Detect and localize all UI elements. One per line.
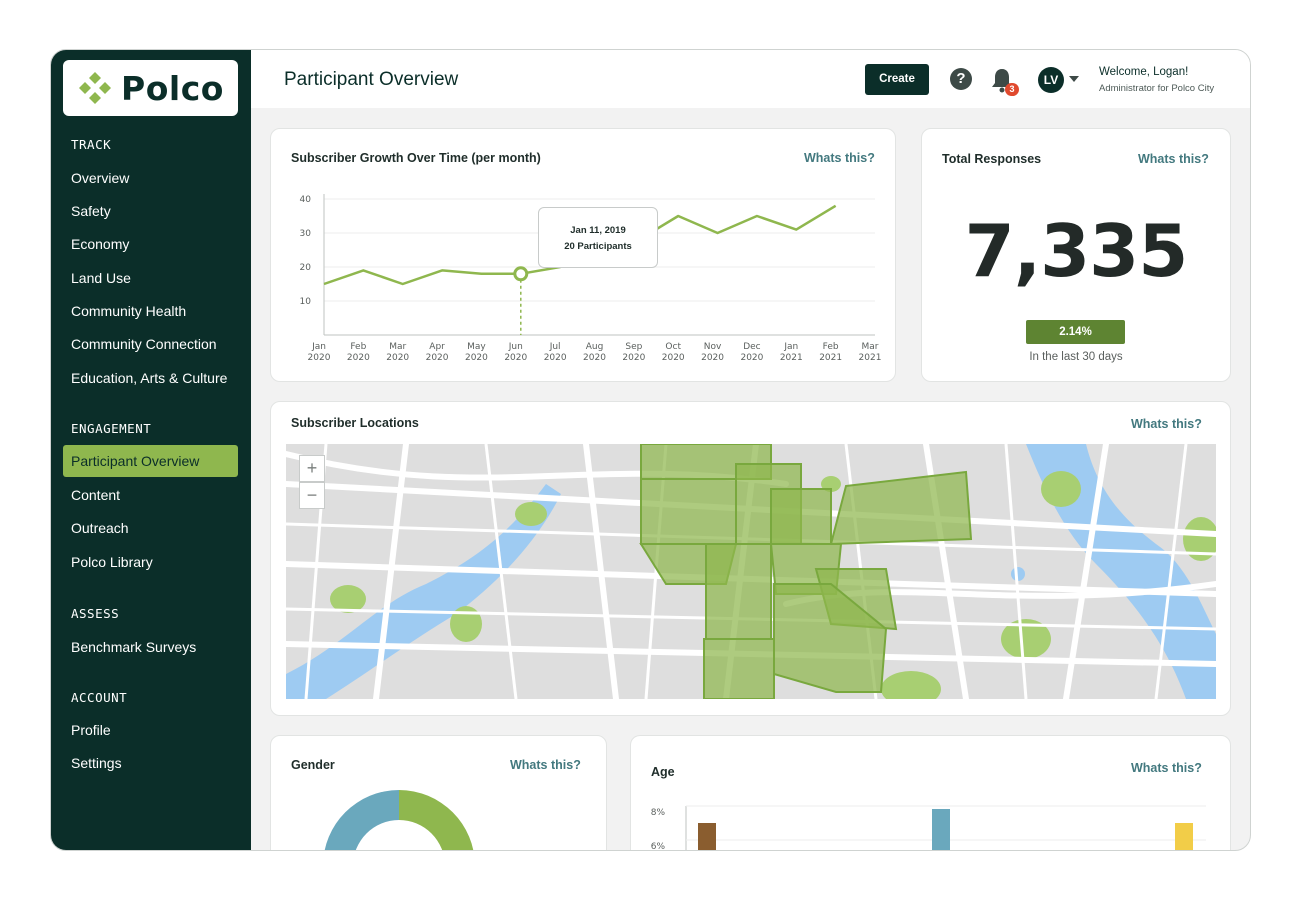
create-button[interactable]: Create: [865, 64, 929, 95]
age-card: Age Whats this? 8% 6%: [630, 735, 1231, 851]
x-tick-label: Jan: [311, 342, 326, 352]
x-tick-label: Jan: [783, 342, 798, 352]
sidebar-item-settings[interactable]: Settings: [63, 747, 238, 779]
x-tick-label: Feb: [350, 342, 366, 352]
top-bar: Participant Overview Create ? 3 LV Welco…: [251, 50, 1250, 108]
main-area: Participant Overview Create ? 3 LV Welco…: [251, 50, 1250, 851]
x-tick-label: 2021: [819, 353, 842, 363]
section-assess: ASSESS: [71, 606, 120, 621]
x-tick-label: Nov: [704, 342, 722, 352]
welcome-subtext: Administrator for Polco City: [1099, 83, 1215, 94]
subscriber-locations-card: Subscriber Locations Whats this? + −: [270, 401, 1231, 716]
notification-badge: 3: [1005, 83, 1019, 96]
sidebar-item-education-arts-culture[interactable]: Education, Arts & Culture: [63, 362, 238, 394]
section-track: TRACK: [71, 137, 112, 152]
x-tick-label: 2020: [583, 353, 606, 363]
donut-slice: [399, 790, 474, 850]
sidebar-item-polco-library[interactable]: Polco Library: [63, 546, 238, 578]
age-bar: [698, 823, 716, 850]
y-tick-label: 20: [300, 263, 312, 273]
y-tick-label: 6%: [651, 842, 666, 851]
total-responses-value: 7,335: [964, 209, 1189, 293]
y-tick-label: 30: [300, 229, 312, 239]
x-tick-label: 2021: [859, 353, 882, 363]
sidebar: Polco TRACK Overview Safety Economy Land…: [51, 50, 251, 850]
x-tick-label: 2020: [386, 353, 409, 363]
highlight-point[interactable]: [513, 266, 529, 282]
y-tick-label: 40: [300, 195, 312, 205]
x-tick-label: 2021: [780, 353, 803, 363]
sidebar-item-participant-overview[interactable]: Participant Overview: [63, 445, 238, 477]
change-badge: 2.14%: [1026, 320, 1125, 344]
sidebar-item-safety[interactable]: Safety: [63, 195, 238, 227]
map[interactable]: [286, 444, 1216, 699]
total-responses-card: Total Responses Whats this? 7,335 2.14% …: [921, 128, 1231, 382]
age-bar: [1175, 823, 1193, 850]
x-tick-label: Mar: [862, 342, 879, 352]
gender-donut-chart: [324, 790, 474, 850]
polco-logo-icon: [79, 72, 112, 104]
welcome-text: Welcome, Logan!: [1099, 66, 1189, 78]
x-tick-label: Aug: [586, 342, 604, 352]
avatar[interactable]: LV: [1038, 67, 1064, 93]
x-tick-label: 2020: [544, 353, 567, 363]
chevron-down-icon[interactable]: [1069, 76, 1079, 82]
tooltip-value: 20 Participants: [564, 241, 632, 252]
x-tick-label: Jun: [508, 342, 523, 352]
sidebar-item-overview[interactable]: Overview: [63, 162, 238, 194]
tooltip-date: Jan 11, 2019: [570, 225, 626, 236]
help-icon[interactable]: ?: [950, 68, 972, 90]
x-tick-label: 2020: [347, 353, 370, 363]
whats-this-link[interactable]: Whats this?: [1131, 417, 1202, 431]
zoom-in-button[interactable]: +: [299, 455, 325, 482]
x-tick-label: May: [467, 342, 486, 352]
x-tick-label: 2020: [426, 353, 449, 363]
x-tick-label: Dec: [743, 342, 760, 352]
page-title: Participant Overview: [284, 69, 459, 90]
whats-this-link[interactable]: Whats this?: [1138, 152, 1209, 166]
x-tick-label: 2020: [622, 353, 645, 363]
section-account: ACCOUNT: [71, 690, 128, 705]
change-label: In the last 30 days: [1029, 351, 1123, 363]
donut-slice: [324, 790, 399, 850]
gender-card: Gender Whats this?: [270, 735, 607, 850]
x-tick-label: Jul: [549, 342, 561, 352]
zoom-out-button[interactable]: −: [299, 482, 325, 509]
age-bar-chart: 8% 6%: [651, 805, 1206, 851]
sidebar-item-land-use[interactable]: Land Use: [63, 262, 238, 294]
sidebar-item-profile[interactable]: Profile: [63, 714, 238, 746]
sidebar-item-outreach[interactable]: Outreach: [63, 512, 238, 544]
sidebar-item-benchmark-surveys[interactable]: Benchmark Surveys: [63, 631, 238, 663]
sidebar-item-economy[interactable]: Economy: [63, 228, 238, 260]
sidebar-item-community-health[interactable]: Community Health: [63, 295, 238, 327]
x-tick-label: Sep: [625, 342, 642, 352]
x-tick-label: Apr: [429, 342, 445, 352]
section-engagement: ENGAGEMENT: [71, 421, 152, 436]
sidebar-item-content[interactable]: Content: [63, 479, 238, 511]
card-title: Subscriber Locations: [291, 416, 419, 430]
x-tick-label: 2020: [662, 353, 685, 363]
y-tick-label: 8%: [651, 808, 666, 818]
chart-tooltip: Jan 11, 2019 20 Participants: [538, 207, 658, 268]
x-tick-label: Feb: [823, 342, 839, 352]
x-tick-label: 2020: [504, 353, 527, 363]
x-tick-label: Oct: [665, 342, 681, 352]
logo[interactable]: Polco: [63, 60, 238, 116]
subscriber-growth-card: Subscriber Growth Over Time (per month) …: [270, 128, 896, 382]
y-tick-label: 10: [300, 297, 312, 307]
x-tick-label: Mar: [389, 342, 406, 352]
x-tick-label: 2020: [308, 353, 331, 363]
card-title: Total Responses: [942, 152, 1042, 166]
x-tick-label: 2020: [701, 353, 724, 363]
x-tick-label: 2020: [465, 353, 488, 363]
app-window: Polco TRACK Overview Safety Economy Land…: [50, 49, 1251, 851]
age-bar: [932, 809, 950, 850]
x-tick-label: 2020: [740, 353, 763, 363]
logo-text: Polco: [121, 68, 224, 108]
sidebar-item-community-connection[interactable]: Community Connection: [63, 328, 238, 360]
